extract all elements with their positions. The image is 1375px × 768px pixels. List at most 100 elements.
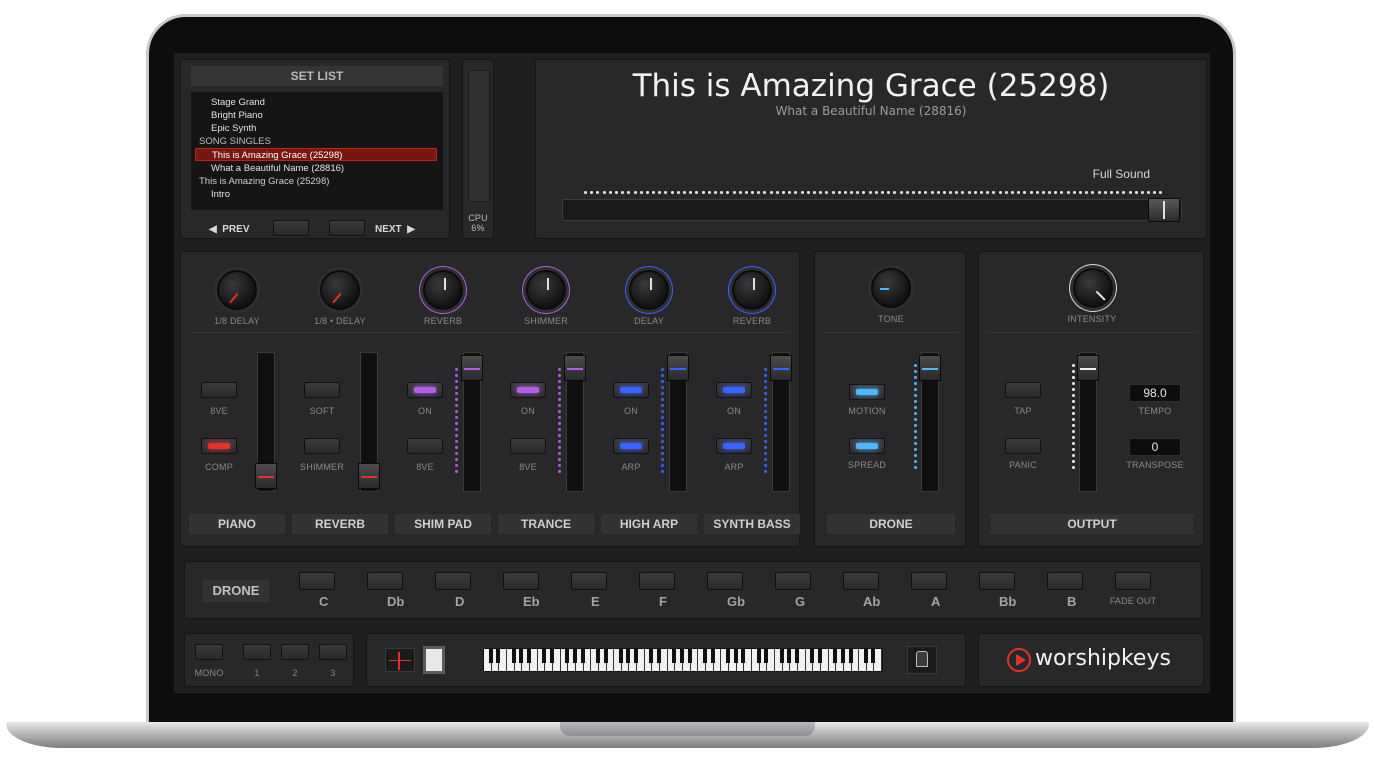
channel-toggle-button[interactable] (304, 382, 340, 398)
setlist-item[interactable]: Bright Piano (191, 109, 443, 122)
drone-key-button[interactable] (503, 572, 539, 590)
channel-toggle-button[interactable] (510, 382, 546, 398)
setlist-list[interactable]: Stage Grand Bright Piano Epic Synth SONG… (191, 92, 443, 210)
output-fader[interactable] (1077, 352, 1099, 492)
channel-fader[interactable] (461, 352, 483, 492)
setlist-item[interactable]: Stage Grand (191, 96, 443, 109)
preset-3-button[interactable] (319, 644, 347, 660)
drone-key-button[interactable] (1047, 572, 1083, 590)
level-dot (558, 416, 561, 419)
transpose-readout[interactable]: 0 (1129, 438, 1181, 456)
setlist-item[interactable]: What a Beautiful Name (28816) (191, 162, 443, 175)
drone-key-button[interactable] (707, 572, 743, 590)
morph-dot (683, 191, 686, 194)
tempo-readout[interactable]: 98.0 (1129, 384, 1181, 402)
drone-key-button[interactable] (367, 572, 403, 590)
drone-key-button[interactable] (911, 572, 947, 590)
level-dot (661, 404, 664, 407)
channel-toggle-button[interactable] (716, 438, 752, 454)
channel-fader[interactable] (255, 352, 277, 492)
preset-2-button[interactable] (281, 644, 309, 660)
channel-toggle-button[interactable] (201, 382, 237, 398)
drone-fader-cap[interactable] (919, 355, 941, 381)
next-pad-button[interactable] (329, 220, 365, 236)
level-dot (558, 404, 561, 407)
output-fader-cap[interactable] (1077, 355, 1099, 381)
channel-toggle-button[interactable] (613, 382, 649, 398)
mono-button[interactable] (195, 644, 223, 660)
sound-slider-thumb[interactable] (1148, 198, 1180, 222)
setlist-item[interactable]: This is Amazing Grace (25298) (191, 175, 443, 188)
level-dot (914, 460, 917, 463)
output-panel: INTENSITY TAP PANIC 98.0 TEMPO 0 TRANSPO… (978, 251, 1204, 547)
split-icon[interactable] (385, 648, 415, 672)
channel-name: TRANCE (498, 514, 594, 534)
brand-wordmark: worshipkeys (1035, 646, 1171, 671)
intensity-knob[interactable] (1073, 268, 1113, 308)
intensity-label: INTENSITY (1067, 314, 1117, 324)
spread-button[interactable] (849, 438, 885, 454)
channel-knob[interactable] (423, 270, 463, 310)
next-label: NEXT (375, 224, 402, 235)
sound-slider-track[interactable] (562, 199, 1182, 221)
piano-black-key (572, 649, 577, 663)
morph-dot (1060, 191, 1064, 194)
pedal-icon[interactable] (907, 646, 937, 674)
channel-knob[interactable] (320, 270, 360, 310)
morph-dot (992, 191, 996, 194)
piano-black-key (840, 649, 845, 663)
channel-name: SYNTH BASS (704, 514, 800, 534)
piano-black-key (542, 649, 547, 663)
preset-1-button[interactable] (243, 644, 271, 660)
fade-out-button[interactable] (1115, 572, 1151, 590)
channel-knob[interactable] (526, 270, 566, 310)
drone-key-button[interactable] (571, 572, 607, 590)
tone-knob[interactable] (871, 268, 911, 308)
piano-black-key (565, 649, 570, 663)
channel-toggle-button[interactable] (407, 382, 443, 398)
channel-fader-cap[interactable] (255, 463, 277, 489)
tap-button[interactable] (1005, 382, 1041, 398)
channel-knob[interactable] (217, 270, 257, 310)
prev-pad-button[interactable] (273, 220, 309, 236)
morph-dot (998, 191, 1002, 194)
level-dot (1072, 448, 1075, 451)
channel-knob[interactable] (732, 270, 772, 310)
channel-toggle-button[interactable] (510, 438, 546, 454)
channel-toggle-button[interactable] (613, 438, 649, 454)
motion-button[interactable] (849, 384, 885, 400)
setlist-item-selected[interactable]: This is Amazing Grace (25298) (195, 148, 437, 161)
channel-toggle-button[interactable] (201, 438, 237, 454)
layer-icon[interactable] (423, 646, 445, 674)
channel-fader-cap[interactable] (358, 463, 380, 489)
drone-key-button[interactable] (435, 572, 471, 590)
drone-key-button[interactable] (299, 572, 335, 590)
morph-dot (850, 191, 854, 194)
channel-fader-cap[interactable] (461, 355, 483, 381)
channel-fader-cap[interactable] (770, 355, 792, 381)
piano-black-key (657, 649, 662, 663)
drone-key-button[interactable] (775, 572, 811, 590)
drone-key-button[interactable] (843, 572, 879, 590)
channel-fader[interactable] (564, 352, 586, 492)
channel-toggle-button[interactable] (407, 438, 443, 454)
drone-key-button[interactable] (979, 572, 1015, 590)
channel-fader[interactable] (667, 352, 689, 492)
prev-button[interactable]: ◀ PREV (209, 224, 250, 235)
channel-toggle-button[interactable] (716, 382, 752, 398)
drone-fader[interactable] (919, 352, 941, 492)
channel-fader[interactable] (770, 352, 792, 492)
channel-fader-cap[interactable] (667, 355, 689, 381)
drone-key-button[interactable] (639, 572, 675, 590)
panic-button[interactable] (1005, 438, 1041, 454)
next-button[interactable]: NEXT ▶ (375, 224, 415, 235)
morph-dot (1017, 191, 1021, 194)
setlist-item[interactable]: Epic Synth (191, 122, 443, 135)
channel-fader-cap[interactable] (564, 355, 586, 381)
channel-knob[interactable] (629, 270, 669, 310)
channel-toggle-button[interactable] (304, 438, 340, 454)
setlist-item[interactable]: Intro (191, 188, 443, 201)
channel-fader[interactable] (358, 352, 380, 492)
morph-dot (800, 191, 804, 194)
piano-key (829, 649, 838, 671)
